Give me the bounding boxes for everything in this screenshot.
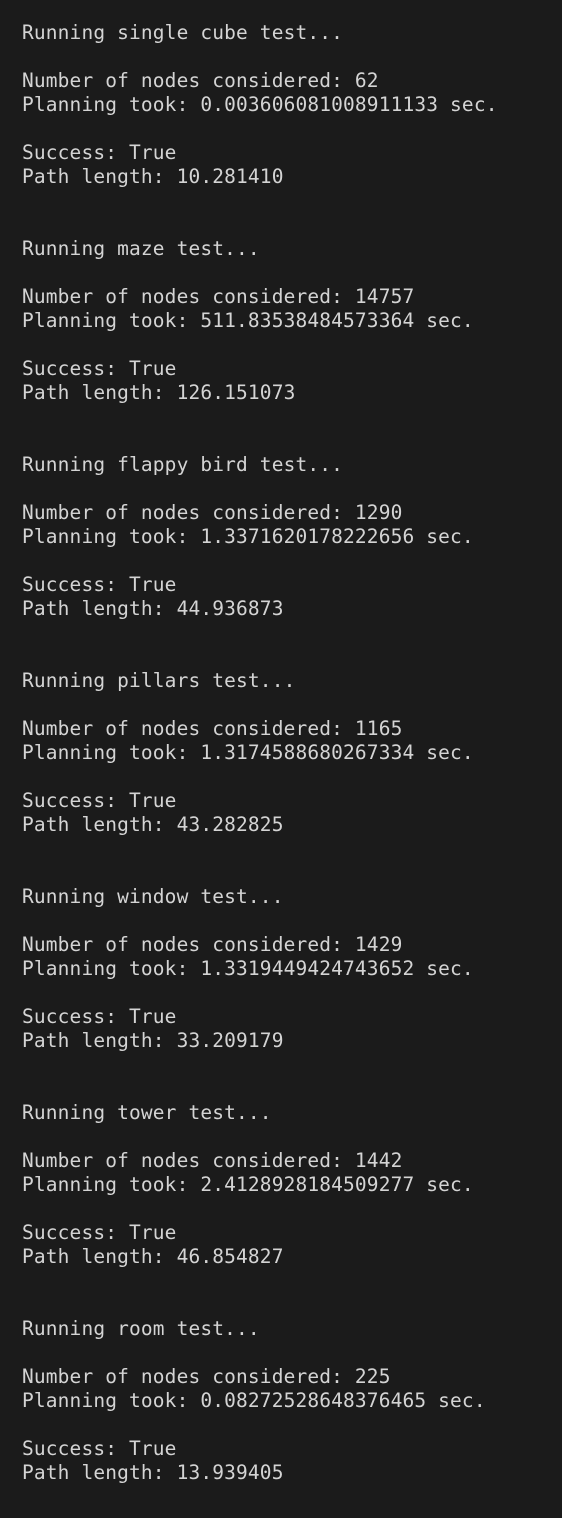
path-length-line: Path length: 126.151073 xyxy=(22,381,296,404)
path-length-line: Path length: 13.939405 xyxy=(22,1461,284,1484)
success-line: Success: True xyxy=(22,1221,177,1244)
test-header: Running flappy bird test... xyxy=(22,453,344,476)
success-line: Success: True xyxy=(22,141,177,164)
planning-time-line: Planning took: 511.83538484573364 sec. xyxy=(22,309,474,332)
nodes-considered-line: Number of nodes considered: 1165 xyxy=(22,717,403,740)
success-line: Success: True xyxy=(22,789,177,812)
nodes-considered-line: Number of nodes considered: 62 xyxy=(22,69,379,92)
nodes-considered-line: Number of nodes considered: 1442 xyxy=(22,1149,403,1172)
nodes-considered-line: Number of nodes considered: 14757 xyxy=(22,285,415,308)
nodes-considered-line: Number of nodes considered: 1429 xyxy=(22,933,403,956)
test-block-maze: Running maze test... Number of nodes con… xyxy=(22,237,562,453)
test-block-single-cube: Running single cube test... Number of no… xyxy=(22,21,562,237)
test-block-window: Running window test... Number of nodes c… xyxy=(22,885,562,1101)
test-block-pillars: Running pillars test... Number of nodes … xyxy=(22,669,562,885)
test-block-room: Running room test... Number of nodes con… xyxy=(22,1317,562,1485)
test-header: Running tower test... xyxy=(22,1101,272,1124)
path-length-line: Path length: 44.936873 xyxy=(22,597,284,620)
nodes-considered-line: Number of nodes considered: 225 xyxy=(22,1365,391,1388)
success-line: Success: True xyxy=(22,1437,177,1460)
planning-time-line: Planning took: 0.08272528648376465 sec. xyxy=(22,1389,486,1412)
path-length-line: Path length: 33.209179 xyxy=(22,1029,284,1052)
planning-time-line: Planning took: 2.4128928184509277 sec. xyxy=(22,1173,474,1196)
planning-time-line: Planning took: 0.003606081008911133 sec. xyxy=(22,93,498,116)
success-line: Success: True xyxy=(22,357,177,380)
test-header: Running pillars test... xyxy=(22,669,296,692)
path-length-line: Path length: 10.281410 xyxy=(22,165,284,188)
terminal-output: Running single cube test... Number of no… xyxy=(0,0,562,1518)
path-length-line: Path length: 46.854827 xyxy=(22,1245,284,1268)
planning-time-line: Planning took: 1.3371620178222656 sec. xyxy=(22,525,474,548)
planning-time-line: Planning took: 1.3319449424743652 sec. xyxy=(22,957,474,980)
planning-time-line: Planning took: 1.3174588680267334 sec. xyxy=(22,741,474,764)
success-line: Success: True xyxy=(22,573,177,596)
nodes-considered-line: Number of nodes considered: 1290 xyxy=(22,501,403,524)
success-line: Success: True xyxy=(22,1005,177,1028)
test-header: Running room test... xyxy=(22,1317,260,1340)
test-header: Running maze test... xyxy=(22,237,260,260)
test-header: Running window test... xyxy=(22,885,284,908)
test-block-tower: Running tower test... Number of nodes co… xyxy=(22,1101,562,1317)
path-length-line: Path length: 43.282825 xyxy=(22,813,284,836)
test-block-flappy-bird: Running flappy bird test... Number of no… xyxy=(22,453,562,669)
test-header: Running single cube test... xyxy=(22,21,344,44)
